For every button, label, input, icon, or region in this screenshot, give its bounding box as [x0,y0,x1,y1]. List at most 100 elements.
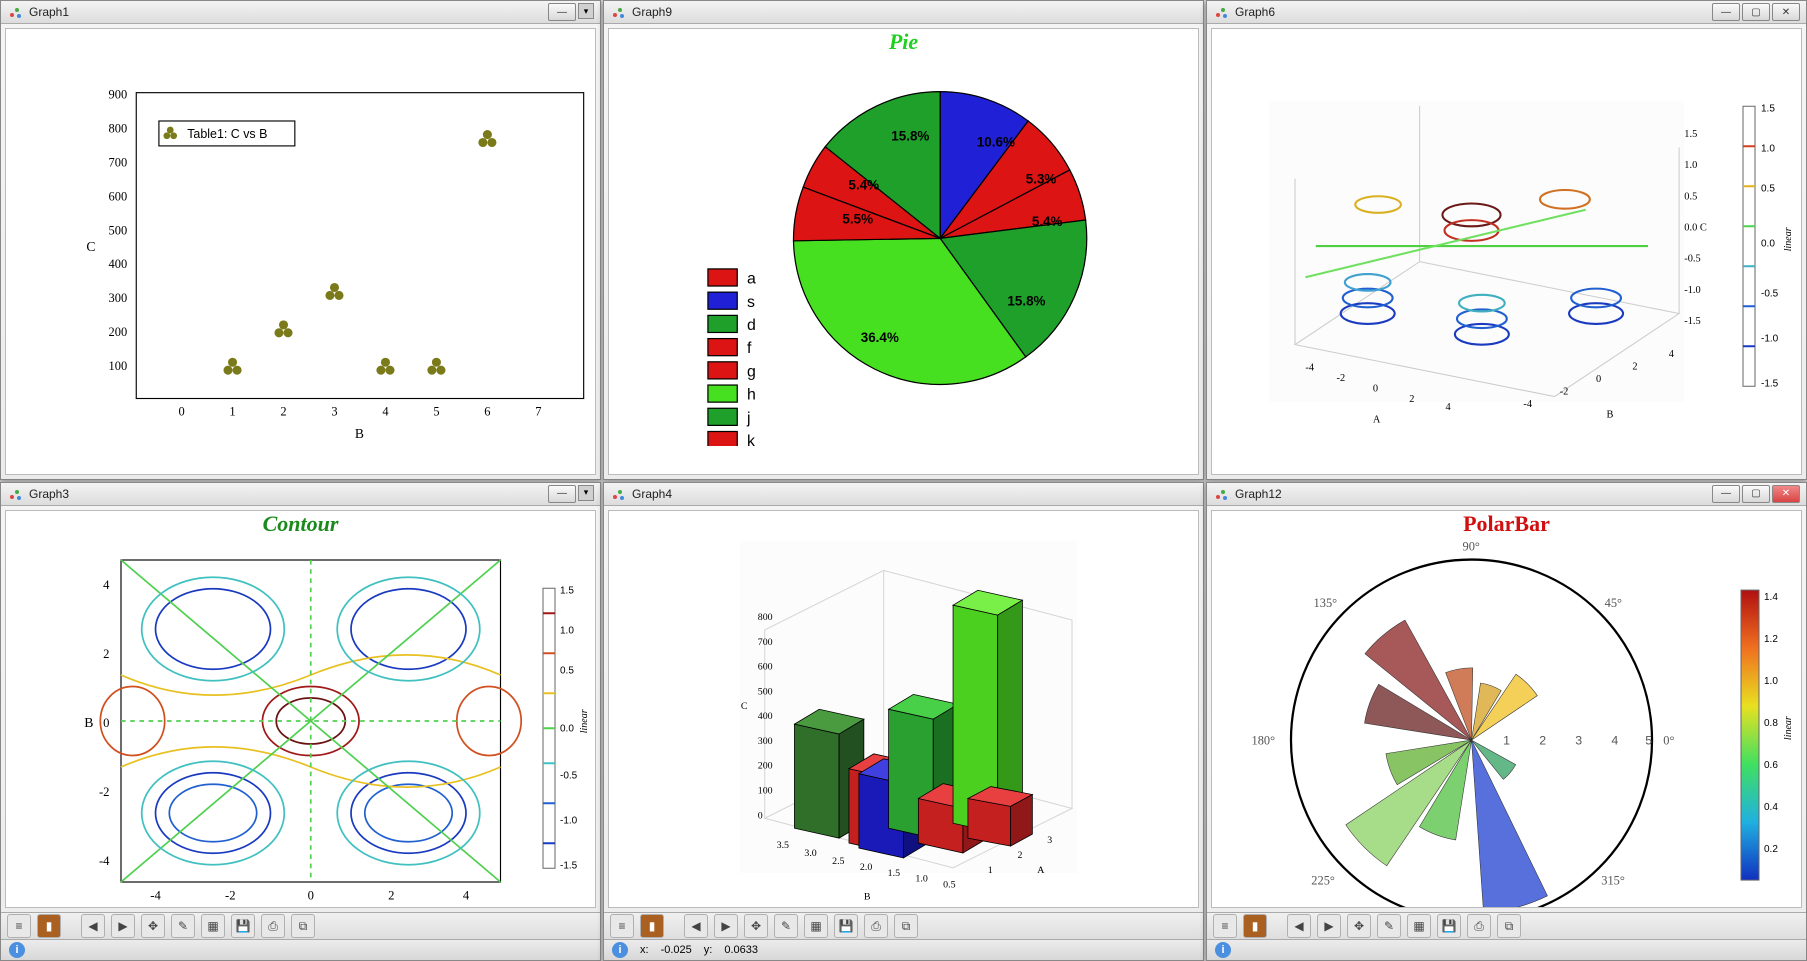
info-icon[interactable]: i [9,942,25,958]
svg-text:2: 2 [103,646,109,660]
svg-text:2: 2 [1539,733,1546,747]
chart-icon[interactable]: ▮ [640,914,664,938]
svg-text:-1.5: -1.5 [560,860,578,871]
minimize-button[interactable]: — [1712,3,1740,21]
title-text: Graph3 [29,487,542,501]
legend-text: Table1: C vs B [187,127,267,141]
statusbar: i [1207,939,1806,960]
contour-lines [100,560,521,882]
svg-text:0: 0 [178,404,184,418]
svg-text:400: 400 [758,711,773,722]
app-icon [610,486,626,502]
y-axis-label: B [1606,409,1613,420]
move-icon[interactable]: ✥ [1347,914,1371,938]
title-text: Graph1 [29,5,542,19]
svg-text:h: h [747,387,756,404]
svg-text:3.0: 3.0 [804,847,816,858]
svg-text:45°: 45° [1605,595,1622,609]
print-icon[interactable]: ⎙ [1467,914,1491,938]
save-icon[interactable]: 💾 [834,914,858,938]
grid-icon[interactable]: ▦ [201,914,225,938]
save-icon[interactable]: 💾 [231,914,255,938]
window-graph6[interactable]: Graph6 — ▢ ✕ [1206,0,1807,480]
svg-text:700: 700 [758,636,773,647]
colorbar: 1.41.21.00.80.60.40.2 linear [1731,537,1801,909]
scroll-button[interactable]: ▾ [578,3,594,19]
svg-text:0: 0 [103,715,109,729]
svg-text:a: a [747,271,756,288]
maximize-button[interactable]: ▢ [1742,485,1770,503]
move-icon[interactable]: ✥ [744,914,768,938]
3d-chart-panel: -4-2024 A -4-2024 B -1.5-1.0-0.50.00.51.… [1211,28,1802,475]
svg-text:0.6: 0.6 [1764,760,1778,771]
forward-icon[interactable]: ▶ [111,914,135,938]
window-graph12[interactable]: Graph12 — ▢ ✕ PolarBar 0°45°90°135° 180°… [1206,482,1807,961]
pie-title: Pie [609,29,1198,55]
move-icon[interactable]: ✥ [141,914,165,938]
print-icon[interactable]: ⎙ [261,914,285,938]
svg-text:600: 600 [109,189,128,203]
copy-icon[interactable]: ⧉ [894,914,918,938]
svg-text:j: j [746,410,751,427]
menu-icon[interactable]: ≡ [1213,914,1237,938]
minimize-button[interactable]: — [548,3,576,21]
grid-icon[interactable]: ▦ [804,914,828,938]
window-graph9[interactable]: Graph9 Pie 15.8% 10.6% 5.3% [603,0,1204,480]
titlebar-graph9[interactable]: Graph9 [604,1,1203,24]
svg-text:500: 500 [109,223,128,237]
copy-icon[interactable]: ⧉ [1497,914,1521,938]
window-graph3[interactable]: Graph3 —▾ Contour 420-2-4 -4-2024 B A [0,482,601,961]
forward-icon[interactable]: ▶ [714,914,738,938]
y-axis-label: C [86,239,95,254]
copy-icon[interactable]: ⧉ [291,914,315,938]
titlebar-graph12[interactable]: Graph12 — ▢ ✕ [1207,483,1806,506]
back-icon[interactable]: ◀ [81,914,105,938]
menu-icon[interactable]: ≡ [610,914,634,938]
desktop: Graph1 — ▾ C B 900800 700600 500400 3002… [0,0,1807,961]
close-button[interactable]: ✕ [1772,485,1800,503]
svg-text:300: 300 [109,291,128,305]
back-icon[interactable]: ◀ [1287,914,1311,938]
save-icon[interactable]: 💾 [1437,914,1461,938]
colorbar-label: linear [1783,716,1794,740]
minimize-button[interactable]: — [1712,485,1740,503]
svg-text:0.0: 0.0 [1761,238,1775,249]
edit-icon[interactable]: ✎ [1377,914,1401,938]
svg-text:0: 0 [1596,374,1601,385]
window-graph1[interactable]: Graph1 — ▾ C B 900800 700600 500400 3002… [0,0,601,480]
grid-icon[interactable]: ▦ [1407,914,1431,938]
window-graph4[interactable]: Graph4 0100200300400500600700800 C 3.53.… [603,482,1204,961]
menu-icon[interactable]: ≡ [7,914,31,938]
info-icon[interactable]: i [1215,942,1231,958]
svg-text:-1.0: -1.0 [560,815,578,826]
z-axis-label: C [1700,222,1707,233]
svg-text:500: 500 [758,686,773,697]
svg-text:1: 1 [1503,733,1510,747]
svg-text:0.0: 0.0 [1684,222,1697,233]
scatter-chart-panel: C B 900800 700600 500400 300200 100 01 2… [5,28,596,475]
titlebar-graph4[interactable]: Graph4 [604,483,1203,506]
edit-icon[interactable]: ✎ [774,914,798,938]
chart-icon[interactable]: ▮ [1243,914,1267,938]
chart-icon[interactable]: ▮ [37,914,61,938]
svg-text:1.5: 1.5 [1684,129,1697,140]
titlebar-graph6[interactable]: Graph6 — ▢ ✕ [1207,1,1806,24]
titlebar-graph1[interactable]: Graph1 — ▾ [1,1,600,24]
svg-text:-2: -2 [1560,386,1569,397]
minimize-button[interactable]: — [548,485,576,503]
close-button[interactable]: ✕ [1772,3,1800,21]
titlebar-graph3[interactable]: Graph3 —▾ [1,483,600,506]
info-icon[interactable]: i [612,942,628,958]
svg-text:2: 2 [280,404,286,418]
forward-icon[interactable]: ▶ [1317,914,1341,938]
app-icon [7,4,23,20]
edit-icon[interactable]: ✎ [171,914,195,938]
scroll-button[interactable]: ▾ [578,485,594,501]
print-icon[interactable]: ⎙ [864,914,888,938]
back-icon[interactable]: ◀ [684,914,708,938]
svg-text:225°: 225° [1311,873,1335,887]
maximize-button[interactable]: ▢ [1742,3,1770,21]
colorbar: 1.51.00.50.0-0.5-1.0-1.5 linear [1731,29,1801,474]
svg-text:2.5: 2.5 [832,855,844,866]
colorbar-label: linear [1783,227,1794,251]
